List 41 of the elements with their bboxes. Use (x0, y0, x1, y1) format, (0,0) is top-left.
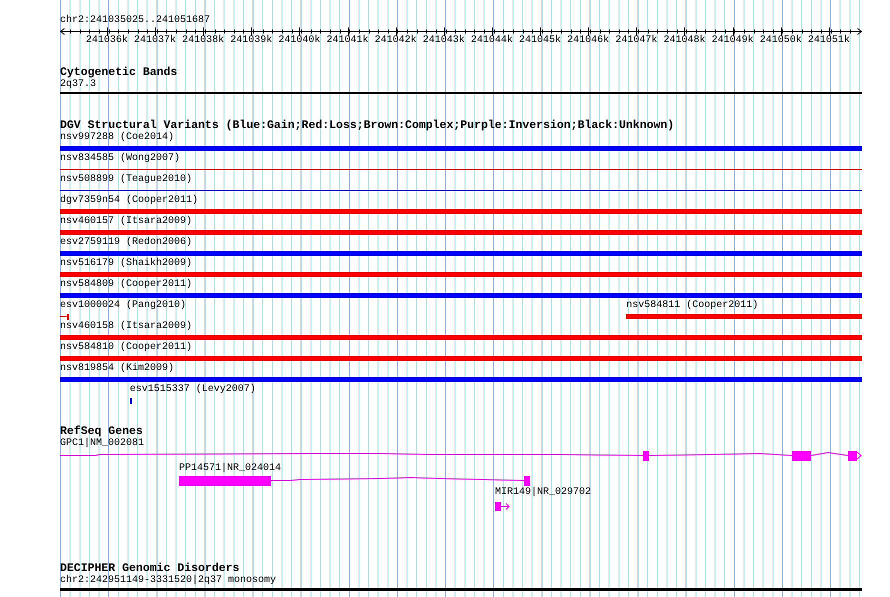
tick-label: 241051k (808, 35, 850, 47)
variant-label: nsv997288 (Coe2014) (60, 132, 174, 144)
track-title: DGV Structural Variants (Blue:Gain;Red:Loss;Brown:Complex;Purple:Inversion;Black:Unknown) (60, 120, 674, 132)
tick-label: 241047k (615, 35, 658, 47)
variant-label: nsv584811 (Cooper2011) (626, 300, 758, 312)
tick-label: 241036k (86, 35, 128, 47)
variant-label: esv2759119 (Redon2006) (60, 237, 192, 249)
tick-label: 241039k (230, 35, 272, 47)
tick-label: 241041k (326, 35, 369, 47)
gene-label: MIR149|NR_029702 (495, 487, 592, 499)
gene-model-drawing (495, 502, 510, 511)
tick-label: 241038k (182, 35, 224, 47)
tick-label: 241048k (663, 35, 706, 47)
variant-label: nsv460158 (Itsara2009) (60, 321, 192, 333)
variant-label: esv1000024 (Pang2010) (60, 300, 186, 312)
variant-label: nsv508899 (Teague2010) (60, 174, 192, 186)
variant-label: dgv7359n54 (Cooper2011) (60, 195, 198, 207)
tick-label: 241046k (567, 35, 610, 47)
variant-label: nsv584809 (Cooper2011) (60, 279, 192, 291)
tick-label: 241049k (712, 35, 754, 47)
variant-label: esv1515337 (Levy2007) (130, 384, 256, 396)
track-title: Cytogenetic Bands (60, 67, 178, 79)
gene-label: PP14571|NR_024014 (179, 463, 282, 475)
disorder-label: chr2:242951149-3331520|2q37 monosomy (60, 575, 276, 587)
variant-label: nsv584810 (Cooper2011) (60, 342, 192, 354)
variant-label: nsv834585 (Wong2007) (60, 153, 180, 165)
variant-label: nsv819854 (Kim2009) (60, 363, 174, 375)
tick-label: 241040k (278, 35, 320, 47)
track-title: DECIPHER Genomic Disorders (60, 563, 240, 575)
gene-label: GPC1|NM_002081 (60, 438, 144, 450)
region-label: chr2:241035025..241051687 (60, 15, 210, 27)
tick-label: 241050k (760, 35, 802, 47)
variant-label: nsv460157 (Itsara2009) (60, 216, 192, 228)
variant-label: nsv516179 (Shaikh2009) (60, 258, 192, 270)
tick-label: 241043k (422, 35, 465, 47)
track-title: RefSeq Genes (60, 426, 143, 438)
tick-label: 241042k (374, 35, 417, 47)
tick-label: 241037k (134, 35, 176, 47)
band-label: 2q37.3 (60, 79, 96, 91)
tick-label: 241045k (519, 35, 562, 47)
tick-label: 241044k (470, 35, 513, 47)
